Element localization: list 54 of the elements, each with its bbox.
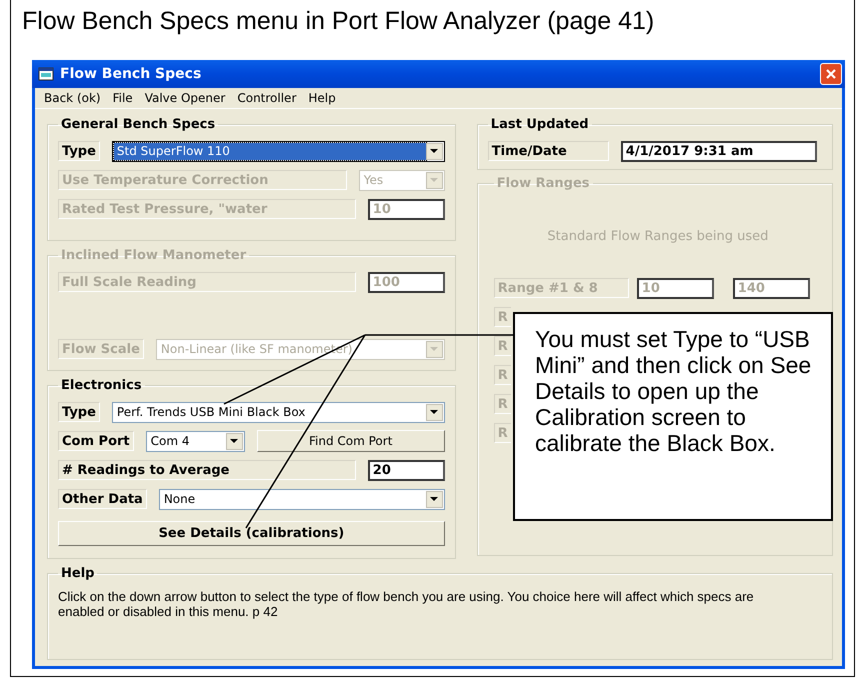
field-label: R [494,307,511,327]
field-label: R [494,336,511,356]
group-title: Electronics [60,378,143,393]
menu-item[interactable]: Back (ok) [39,91,106,105]
caret-icon [430,178,438,182]
field-label: Flow Scale [58,339,144,359]
find-port-button[interactable]: Find Com Port [256,430,445,452]
caret-icon [430,149,438,153]
field-label: Full Scale Reading [58,272,356,292]
callout-text: You must set Type to “USB Mini” and then click on See Details to open up the Calibration screen to calibrate the Black Box. [513,312,833,521]
dropdown-value: Std SuperFlow 110 [114,142,426,160]
field-label: # Readings to Average [58,460,356,480]
see-details-button[interactable]: See Details (calibrations) [58,521,445,546]
group-title: General Bench Specs [60,117,216,132]
field-label: R [494,365,511,385]
field-label: Type [58,402,100,422]
caret-icon [430,347,438,351]
field-label: Type [58,141,100,161]
menu-item[interactable]: Valve Opener [140,91,230,105]
field-label: Time/Date [488,141,609,161]
dropdown[interactable]: Std SuperFlow 110 [112,140,445,162]
caret-icon [430,497,438,501]
input-field[interactable]: 20 [368,460,445,480]
field-label: R [494,394,511,414]
field-label: Rated Test Pressure, "water [58,199,356,219]
window-title: Flow Bench Specs [60,66,202,82]
dropdown[interactable]: Com 4 [146,430,245,452]
caption: Flow Bench Specs menu in Port Flow Analyzer (page 41) [22,7,654,36]
status-text: Standard Flow Ranges being used [546,229,770,244]
dropdown[interactable]: Perf. Trends USB Mini Black Box [112,402,445,422]
field-label: R [494,423,511,443]
help-text: Click on the down arrow button to select the type of flow bench you are using. You choice here will affect which specs are enabled or disabled in this menu. p 42 [58,589,755,619]
close-icon [825,68,837,80]
field-label: Other Data [58,489,147,509]
menu-item[interactable]: File [108,91,138,105]
dropdown-value: Com 4 [150,432,190,450]
menu-item[interactable]: Controller [232,91,302,105]
field-label: Range #1 & 8 [494,278,629,298]
caret-icon [430,410,438,414]
group-title: Flow Ranges [496,176,590,191]
menu-item[interactable]: Help [303,91,341,105]
group-title: Help [60,566,96,581]
dropdown[interactable]: None [158,488,445,510]
dropdown-value: Yes [362,172,384,188]
field-label: Com Port [58,431,134,451]
field-label: Use Temperature Correction [58,170,347,190]
dropdown-value: None [162,490,196,508]
group-title: Inclined Flow Manometer [60,248,248,263]
close-button[interactable] [820,63,842,85]
caret-icon [230,439,238,443]
group-title: Last Updated [490,117,590,132]
dropdown-value: Perf. Trends USB Mini Black Box [116,404,306,420]
input-field[interactable]: 4/1/2017 9:31 am [620,140,817,162]
window-icon [38,67,54,81]
